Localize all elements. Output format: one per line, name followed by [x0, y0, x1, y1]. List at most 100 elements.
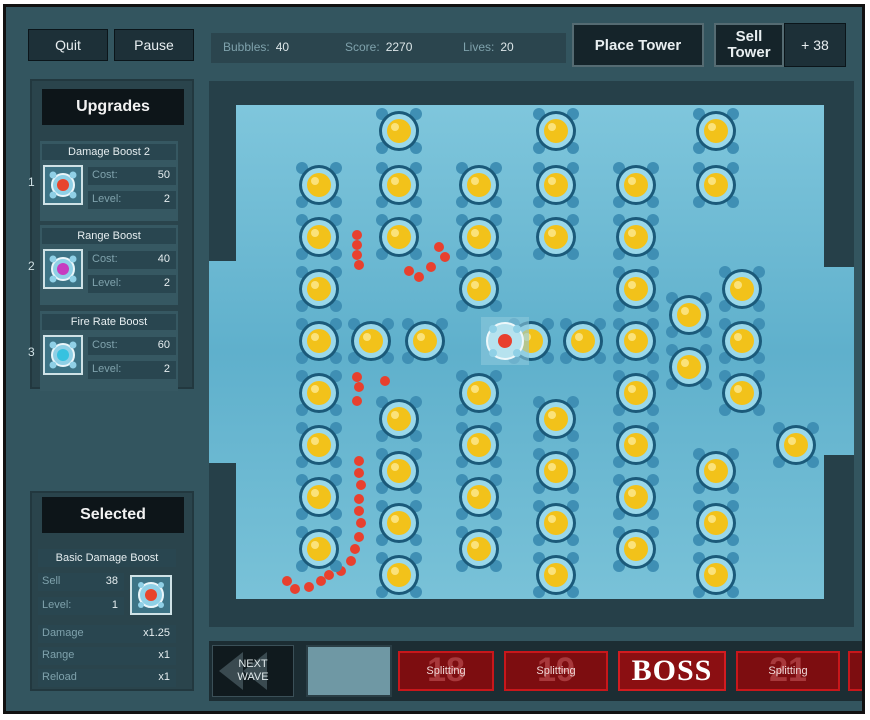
bubble-tower[interactable] [530, 549, 582, 601]
bubble-tower[interactable] [453, 367, 505, 419]
bubble-tower[interactable] [770, 419, 822, 471]
selected-damage-value: x1.25 [143, 627, 170, 639]
bubble-tower[interactable] [716, 367, 768, 419]
upgrades-panel: Upgrades 1 Damage Boost 2 Cost: 50 Level: 2 2 R… [28, 79, 194, 391]
bubble-tower[interactable] [293, 315, 345, 367]
upgrade-card-2[interactable]: 2 Range Boost Cost: 40 Level: 2 [28, 225, 178, 305]
bubble-tower[interactable] [610, 263, 662, 315]
bubble-tower[interactable] [293, 211, 345, 263]
bubble-tower[interactable] [663, 341, 715, 393]
bubble-tower[interactable] [293, 419, 345, 471]
sell-tower-label: Sell Tower [727, 28, 771, 61]
upgrade-cost-row: Cost: 60 [88, 337, 176, 355]
upgrade-card-1[interactable]: 1 Damage Boost 2 Cost: 50 Level: 2 [28, 141, 178, 221]
selected-sell-value: 38 [105, 575, 118, 587]
selected-damage-boost-tower[interactable] [479, 315, 531, 367]
game-map[interactable] [209, 81, 854, 627]
bubble-tower[interactable] [453, 159, 505, 211]
selected-reload-label: Reload [42, 671, 77, 683]
bubble-tower[interactable] [610, 211, 662, 263]
pause-button[interactable]: Pause [114, 29, 194, 61]
bubble-tower[interactable] [530, 393, 582, 445]
bubble-tower[interactable] [293, 471, 345, 523]
sell-value-badge: + 38 [784, 23, 846, 67]
quit-button[interactable]: Quit [28, 29, 108, 61]
selected-range-value: x1 [158, 649, 170, 661]
bubble-tower[interactable] [690, 445, 742, 497]
bubble-tower[interactable] [530, 159, 582, 211]
bubble-tower[interactable] [530, 445, 582, 497]
bubble-tower[interactable] [373, 393, 425, 445]
upgrade-name: Fire Rate Boost [42, 314, 176, 330]
bubble-tower[interactable] [610, 523, 662, 575]
bubble-tower[interactable] [373, 497, 425, 549]
enemy-bubble [350, 544, 360, 554]
bubble-tower[interactable] [530, 105, 582, 157]
bubble-tower[interactable] [373, 549, 425, 601]
selected-tower-icon-svg [138, 582, 164, 608]
bubble-tower[interactable] [557, 315, 609, 367]
bubble-tower[interactable] [453, 419, 505, 471]
bubble-tower[interactable] [610, 367, 662, 419]
damage-boost-tower-icon [130, 575, 172, 615]
bubble-tower[interactable] [610, 159, 662, 211]
bubble-tower[interactable] [373, 445, 425, 497]
bubble-tower[interactable] [373, 105, 425, 157]
enemy-bubble [354, 494, 364, 504]
bubble-tower[interactable] [345, 315, 397, 367]
bubble-tower[interactable] [453, 471, 505, 523]
wave-19-label: Splitting [536, 665, 576, 677]
bubble-tower[interactable] [610, 419, 662, 471]
enemy-bubble [316, 576, 326, 586]
bubble-tower[interactable] [690, 549, 742, 601]
upgrade-cost-label: Cost: [92, 169, 118, 181]
bubble-tower[interactable] [690, 497, 742, 549]
upgrade-cost-label: Cost: [92, 339, 118, 351]
upgrade-card-3[interactable]: 3 Fire Rate Boost Cost: 60 Level: 2 [28, 311, 178, 391]
bubble-tower[interactable] [530, 497, 582, 549]
bubble-tower[interactable] [716, 263, 768, 315]
range-boost-icon [43, 249, 83, 289]
game-window: Quit Pause Bubbles: 40 Score: 2270 Lives: 2… [3, 4, 865, 714]
wave-next-partial [848, 651, 862, 691]
next-wave-button[interactable]: NEXT WAVE [212, 645, 294, 697]
bubble-tower[interactable] [453, 263, 505, 315]
bubble-tower[interactable] [293, 523, 345, 575]
bubble-tower[interactable] [663, 289, 715, 341]
selected-level-label: Level: [42, 599, 72, 611]
bubble-tower[interactable] [293, 367, 345, 419]
bubble-tower[interactable] [690, 105, 742, 157]
score-value: 2270 [385, 40, 413, 54]
selected-level-value: 1 [111, 599, 118, 611]
upgrade-name: Range Boost [42, 228, 176, 244]
enemy-bubble [434, 242, 444, 252]
selected-level-row: Level: 1 [38, 597, 124, 615]
bubble-tower[interactable] [373, 211, 425, 263]
bubble-tower[interactable] [373, 159, 425, 211]
sell-tower-button[interactable]: Sell Tower [714, 23, 784, 67]
bubble-tower[interactable] [530, 211, 582, 263]
bubble-tower[interactable] [453, 211, 505, 263]
upgrade-number: 1 [28, 175, 35, 189]
enemy-bubble [440, 252, 450, 262]
enemy-bubble [354, 468, 364, 478]
enemy-bubble [352, 230, 362, 240]
place-tower-button[interactable]: Place Tower [572, 23, 704, 67]
enemy-bubble [426, 262, 436, 272]
bubble-tower[interactable] [293, 159, 345, 211]
bubble-tower[interactable] [716, 315, 768, 367]
bubble-tower[interactable] [293, 263, 345, 315]
quit-label: Quit [55, 37, 81, 53]
bubble-tower[interactable] [399, 315, 451, 367]
selected-sell-row: Sell 38 [38, 573, 124, 591]
enemy-bubble [290, 584, 300, 594]
enemy-bubble [354, 260, 364, 270]
upgrade-level-value: 2 [163, 193, 170, 205]
bubble-tower[interactable] [690, 159, 742, 211]
bubbles-stat: Bubbles: 40 [223, 40, 289, 54]
bubble-tower[interactable] [610, 315, 662, 367]
selected-reload-value: x1 [158, 671, 170, 683]
bubble-tower[interactable] [610, 471, 662, 523]
bubble-tower[interactable] [453, 523, 505, 575]
upgrade-cost-value: 50 [157, 169, 170, 181]
